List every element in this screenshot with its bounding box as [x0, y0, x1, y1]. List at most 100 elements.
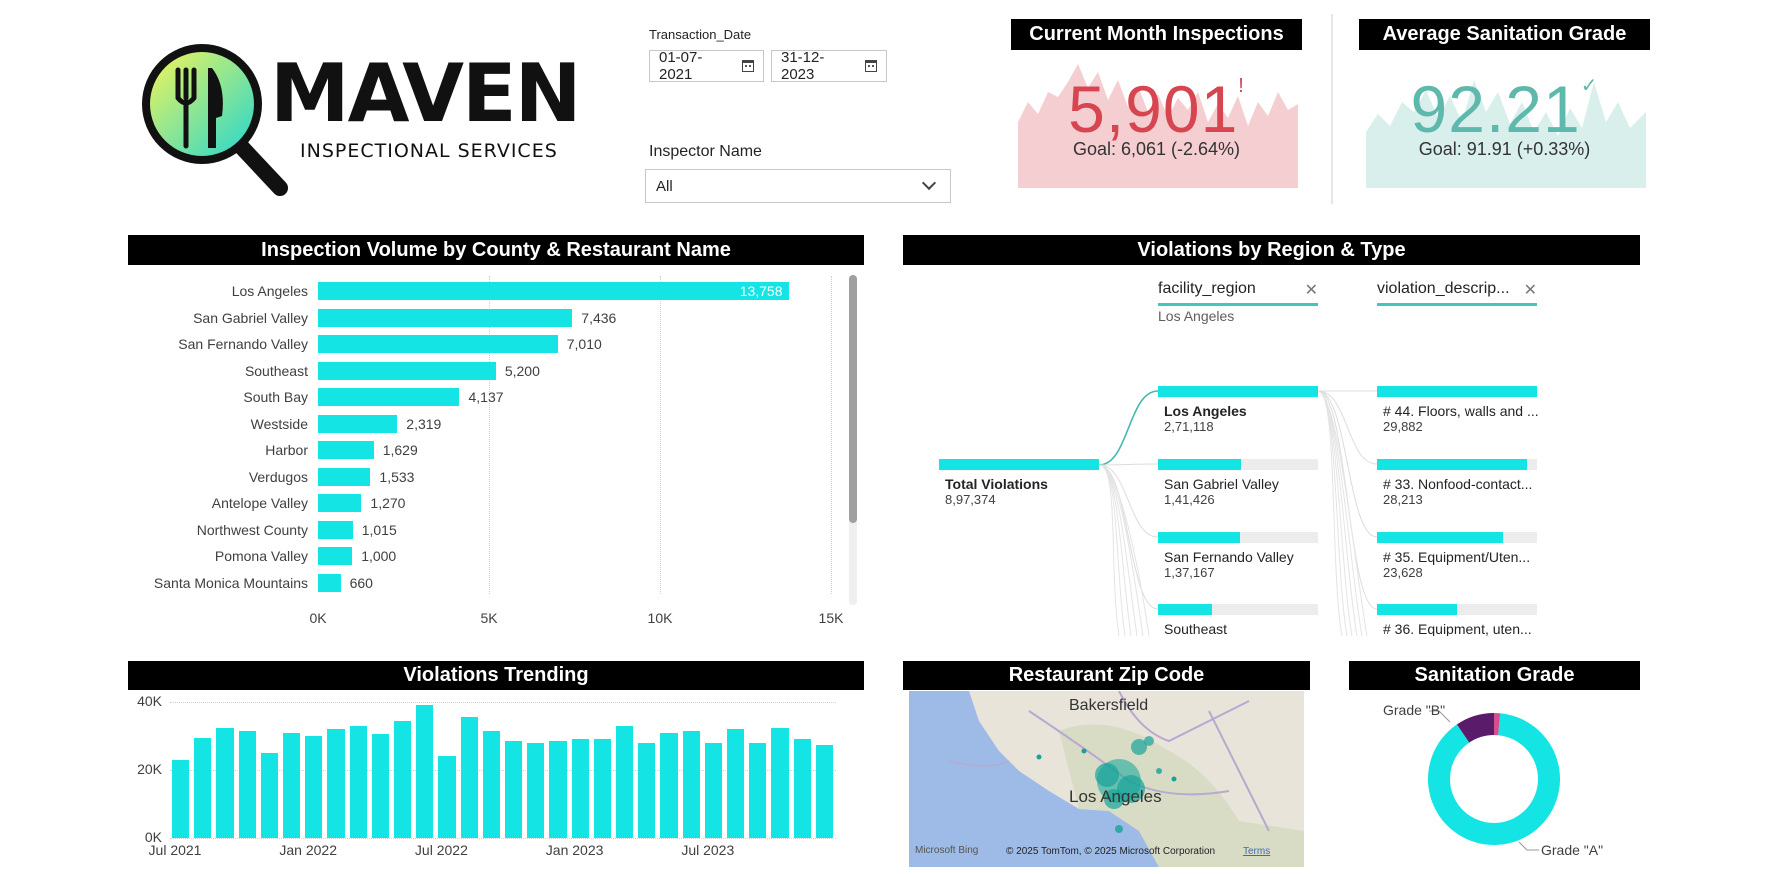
root-node[interactable]: Total Violations 8,97,374	[939, 459, 1099, 507]
region-node-bar	[1158, 604, 1318, 615]
trend-bar[interactable]	[505, 741, 523, 838]
close-icon[interactable]: ✕	[1524, 280, 1537, 300]
trend-bar[interactable]	[482, 730, 500, 838]
region-node[interactable]: San Gabriel Valley 1,41,426	[1158, 459, 1318, 507]
violation-type-node[interactable]: # 36. Equipment, uten...	[1377, 604, 1537, 636]
trend-bar[interactable]	[194, 737, 212, 838]
date-start-input[interactable]: 01-07-2021	[649, 49, 764, 83]
magnifier-fork-knife-icon	[142, 44, 288, 196]
trend-bar[interactable]	[327, 729, 345, 838]
zip-code-map[interactable]: Bakersfield Los Angeles Microsoft Bing ©…	[909, 691, 1304, 867]
region-node-name: Los Angeles	[1164, 403, 1247, 419]
decomp-connector	[1098, 390, 1159, 466]
trend-bar[interactable]	[793, 739, 811, 838]
trend-bar[interactable]	[593, 739, 611, 838]
date-end-input[interactable]: 31-12-2023	[771, 49, 887, 83]
trend-bar[interactable]	[349, 725, 367, 838]
x-tick-label: Jan 2022	[279, 842, 337, 858]
region-node-fill	[1158, 532, 1240, 543]
inspector-dropdown[interactable]: All	[645, 169, 951, 203]
trend-bar[interactable]	[638, 743, 656, 838]
bar-value-label: 2,319	[406, 415, 442, 432]
violations-trend-chart[interactable]: 0K 20K 40K Jul 2021 Jan 2022 Jul 2022 Jan 2023…	[128, 692, 864, 870]
county-chart-scrollbar[interactable]	[849, 275, 857, 605]
trend-bar[interactable]	[727, 729, 745, 838]
bar[interactable]	[318, 467, 371, 486]
trend-bar[interactable]	[815, 744, 833, 838]
trend-bar[interactable]	[527, 742, 545, 838]
trend-bar[interactable]	[771, 727, 789, 838]
trend-bar[interactable]	[371, 734, 389, 838]
bar[interactable]	[318, 520, 353, 539]
violation-type-node[interactable]: # 35. Equipment/Uten... 23,628	[1377, 532, 1537, 580]
x-tick-label: Jul 2021	[148, 842, 202, 858]
trend-bar[interactable]	[616, 725, 634, 838]
violation-type-name: # 33. Nonfood-contact...	[1383, 476, 1533, 492]
level1-header[interactable]: facility_region ✕	[1158, 280, 1318, 306]
bar[interactable]	[318, 308, 573, 327]
bar[interactable]	[318, 335, 558, 353]
bar[interactable]	[318, 573, 341, 592]
trend-bar[interactable]	[238, 730, 256, 838]
bar[interactable]	[318, 441, 374, 459]
trend-bar[interactable]	[260, 753, 278, 838]
trend-bar[interactable]	[660, 732, 678, 838]
gridline	[660, 276, 661, 594]
trend-bar[interactable]	[216, 727, 234, 838]
region-node-fill	[1158, 604, 1213, 615]
violation-type-value: 28,213	[1383, 492, 1423, 507]
x-tick-label: Jan 2023	[545, 842, 604, 858]
root-name: Total Violations	[945, 476, 1048, 492]
county-bar-chart[interactable]: 0K 5K 10K 15K Los Angeles 13,758 San Gabriel V…	[128, 272, 864, 642]
bar-category-label: Verdugos	[248, 468, 308, 485]
decomp-connectors	[1098, 390, 1378, 636]
close-icon[interactable]: ✕	[1305, 280, 1318, 300]
trend-bar[interactable]	[549, 741, 567, 838]
trend-bar[interactable]	[394, 720, 412, 838]
bar[interactable]	[318, 388, 460, 406]
decomp-connector	[1317, 390, 1353, 636]
map-bing-logo: Microsoft Bing	[915, 845, 979, 856]
bar-value-label: 4,137	[468, 389, 504, 405]
kpi-inspections-value: 5,901	[1068, 72, 1239, 146]
trend-bar[interactable]	[305, 736, 323, 838]
kpi-sanitation-value-row: 92.21✓	[1359, 76, 1650, 142]
trend-bar[interactable]	[416, 705, 434, 838]
region-node-value: 1,41,426	[1164, 492, 1215, 507]
map-terms-link[interactable]: Terms	[1243, 846, 1270, 857]
trend-bar[interactable]	[749, 742, 767, 838]
trend-bar[interactable]	[704, 743, 722, 838]
bar[interactable]	[318, 547, 353, 565]
bar-value-label: 7,010	[566, 336, 602, 352]
violation-type-node[interactable]: # 33. Nonfood-contact... 28,213	[1377, 459, 1537, 507]
calendar-icon[interactable]	[742, 60, 754, 72]
violation-type-node[interactable]: # 44. Floors, walls and ... 29,882	[1377, 386, 1539, 434]
level2-header-label: violation_descrip...	[1377, 280, 1510, 297]
calendar-icon[interactable]	[865, 60, 877, 72]
region-node[interactable]: Southeast	[1158, 604, 1318, 636]
bar[interactable]	[318, 361, 496, 380]
level2-header[interactable]: violation_descrip... ✕	[1377, 280, 1537, 306]
trend-bar[interactable]	[172, 759, 190, 838]
decomposition-tree[interactable]: facility_region ✕ Los Angeles violation_d…	[903, 268, 1640, 636]
violation-type-name: # 35. Equipment/Uten...	[1383, 549, 1531, 565]
decomp-connector	[1317, 390, 1378, 538]
region-node[interactable]: San Fernando Valley 1,37,167	[1158, 532, 1318, 580]
violation-type-bar	[1377, 386, 1537, 397]
trend-bar[interactable]	[682, 730, 700, 838]
violation-type-fill	[1377, 386, 1537, 397]
violation-type-value: 29,882	[1383, 419, 1423, 434]
bar[interactable]	[318, 494, 362, 512]
map-city-bakersfield: Bakersfield	[1069, 697, 1149, 714]
trend-bar[interactable]	[438, 756, 456, 838]
trend-bar[interactable]	[283, 732, 301, 838]
bar[interactable]	[318, 414, 398, 433]
scrollbar-thumb[interactable]	[849, 275, 857, 523]
county-chart-header: Inspection Volume by County & Restaurant…	[128, 235, 864, 265]
bar-value-label: 1,015	[361, 521, 397, 538]
trend-bar[interactable]	[460, 717, 478, 838]
bar-category-label: Westside	[250, 415, 308, 432]
date-start-value: 01-07-2021	[659, 49, 703, 83]
region-node[interactable]: Los Angeles 2,71,118	[1158, 386, 1318, 434]
trend-bar[interactable]	[571, 739, 589, 838]
